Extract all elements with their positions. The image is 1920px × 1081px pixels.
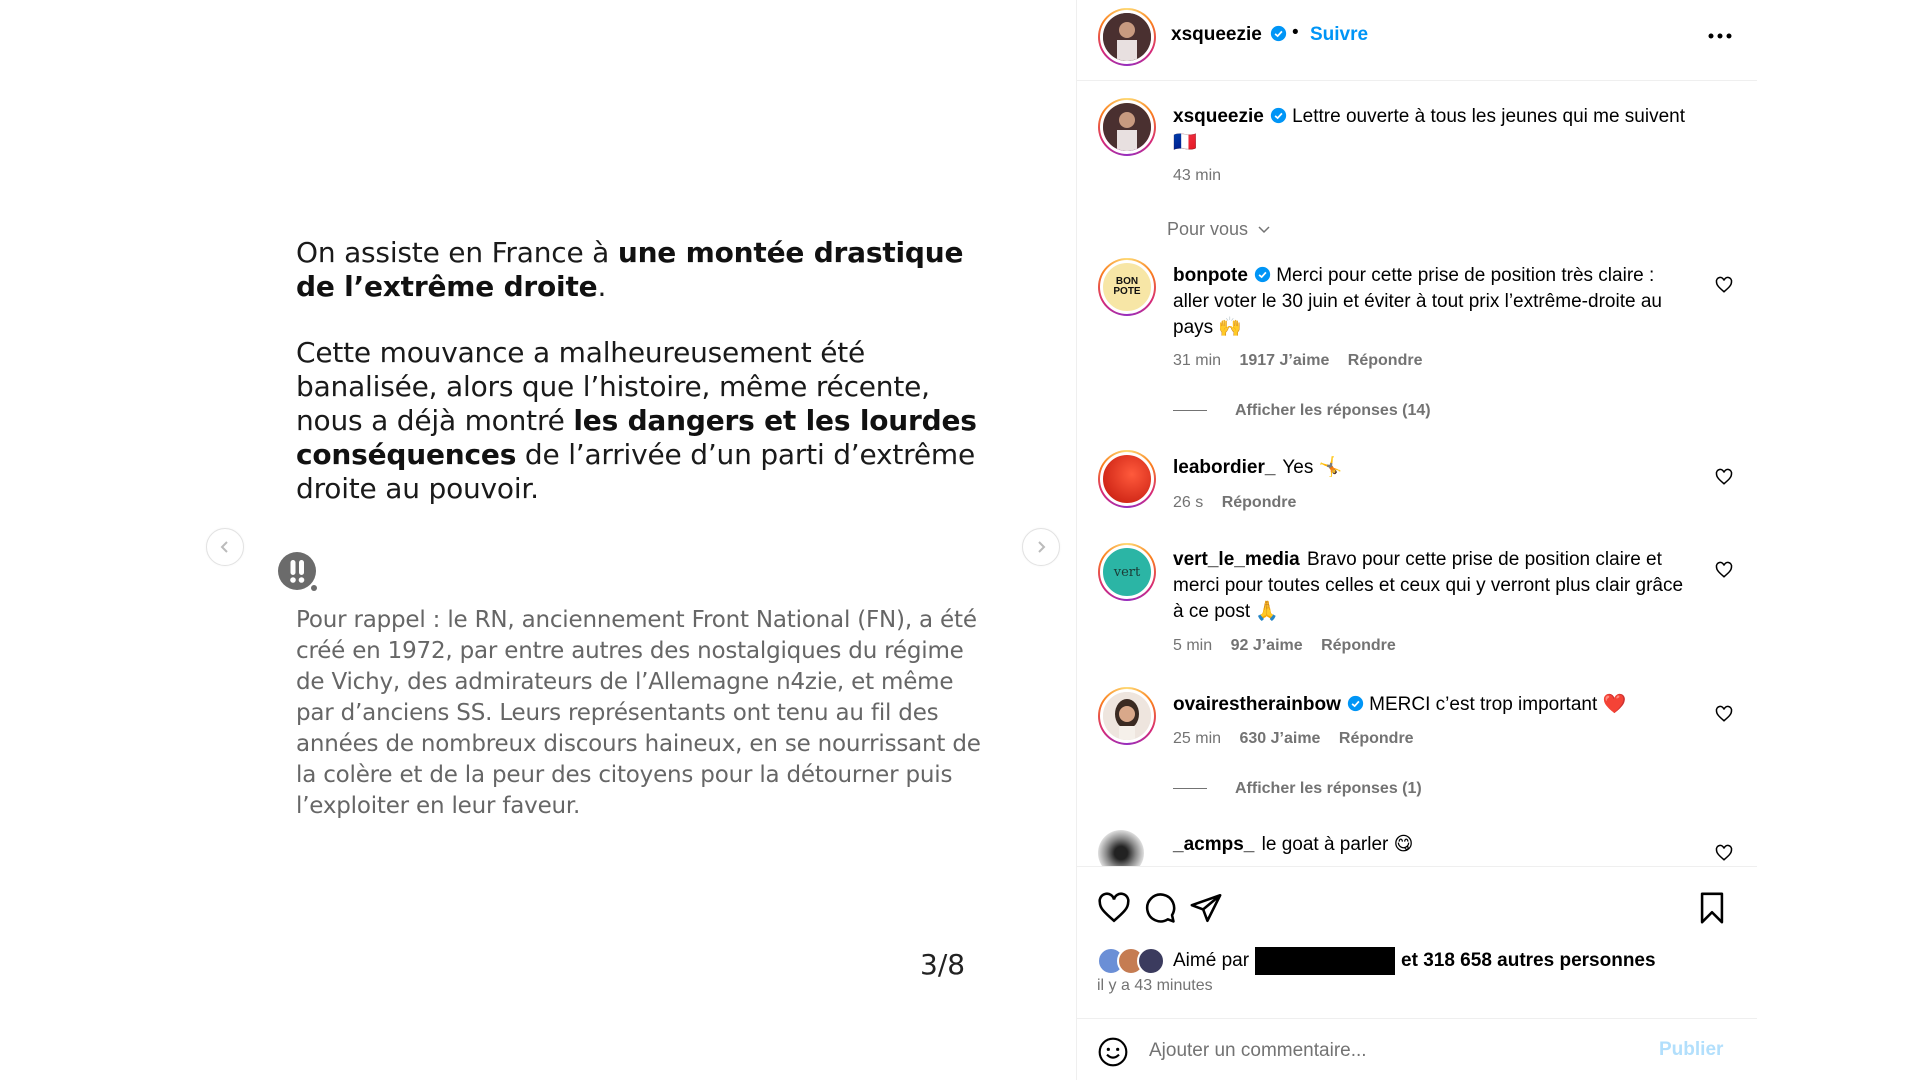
reply-button[interactable]: Répondre bbox=[1222, 494, 1297, 511]
comments-panel: xsqueezie • Suivre xsqueezie Lettre ouve… bbox=[1076, 0, 1757, 1080]
share-icon[interactable] bbox=[1189, 891, 1223, 925]
comment-avatar[interactable] bbox=[1098, 830, 1144, 866]
emoji-icon[interactable] bbox=[1097, 1036, 1129, 1068]
heart-icon[interactable] bbox=[1715, 561, 1733, 579]
comment-composer: Publier bbox=[1077, 1018, 1757, 1081]
likes-summary: Aimé par et 318 658 autres personnes bbox=[1097, 947, 1656, 975]
view-replies-label: Afficher les réponses (14) bbox=[1235, 402, 1431, 419]
caption-username[interactable]: xsqueezie bbox=[1173, 106, 1264, 127]
avatar[interactable] bbox=[1137, 947, 1165, 975]
sort-label: Pour vous bbox=[1167, 219, 1249, 239]
view-replies-button[interactable]: Afficher les réponses (14) bbox=[1173, 402, 1431, 420]
comment-text: Yes 🤸 bbox=[1282, 457, 1343, 478]
previous-slide-button[interactable] bbox=[206, 528, 244, 566]
reply-button[interactable]: Répondre bbox=[1321, 637, 1396, 654]
comment-body: leabordier_ Yes 🤸 bbox=[1173, 455, 1693, 481]
avatar-logo-text: vert bbox=[1113, 564, 1141, 580]
person-photo-icon bbox=[1103, 13, 1151, 61]
comment-text: MERCI c’est trop important ❤️ bbox=[1369, 694, 1627, 715]
likes-count[interactable]: et 318 658 autres personnes bbox=[1401, 950, 1656, 972]
view-replies-label: Afficher les réponses (1) bbox=[1235, 780, 1422, 797]
exclamation-bubble-icon bbox=[278, 552, 317, 591]
page-counter: 3/8 bbox=[920, 948, 966, 981]
reply-button[interactable]: Répondre bbox=[1348, 352, 1423, 369]
post-caption: xsqueezie Lettre ouverte à tous les jeun… bbox=[1173, 104, 1693, 156]
heart-icon[interactable] bbox=[1715, 468, 1733, 486]
verified-badge-icon bbox=[1254, 266, 1271, 283]
comment-body: _acmps_ le goat à parler 😋 bbox=[1173, 832, 1693, 858]
header-username-wrap[interactable]: xsqueezie bbox=[1171, 24, 1287, 46]
more-options-icon[interactable] bbox=[1705, 26, 1735, 46]
comment-body: bonpote Merci pour cette prise de positi… bbox=[1173, 263, 1693, 341]
comment-meta: 31 min 1917 J’aime Répondre bbox=[1173, 352, 1436, 370]
comment-sort-dropdown[interactable]: Pour vous bbox=[1167, 219, 1271, 240]
slide-paragraph-1: On assiste en France à une montée drasti… bbox=[296, 236, 991, 304]
comment-body: vert_le_media Bravo pour cette prise de … bbox=[1173, 547, 1693, 625]
header-username[interactable]: xsqueezie bbox=[1171, 24, 1262, 45]
comment-meta: 5 min 92 J’aime Répondre bbox=[1173, 637, 1410, 655]
comment-likes[interactable]: 92 J’aime bbox=[1231, 637, 1303, 654]
heart-icon[interactable] bbox=[1715, 705, 1733, 723]
comment-likes[interactable]: 1917 J’aime bbox=[1239, 352, 1329, 369]
verified-badge-icon bbox=[1271, 25, 1287, 42]
comment-time: 31 min bbox=[1173, 352, 1222, 369]
comment-avatar[interactable]: BON POTE bbox=[1098, 258, 1156, 316]
comment-time: 25 min bbox=[1173, 730, 1222, 747]
person-photo-icon bbox=[1103, 692, 1151, 740]
view-replies-button[interactable]: Afficher les réponses (1) bbox=[1173, 780, 1422, 798]
heart-icon[interactable] bbox=[1715, 276, 1733, 294]
comment-avatar[interactable]: vert bbox=[1098, 543, 1156, 601]
follow-button[interactable]: Suivre bbox=[1310, 24, 1368, 46]
divider-line bbox=[1173, 788, 1207, 790]
comment-time: 26 s bbox=[1173, 494, 1204, 511]
redacted-username bbox=[1255, 947, 1396, 975]
publish-button[interactable]: Publier bbox=[1659, 1039, 1723, 1061]
person-photo-icon bbox=[1103, 103, 1151, 151]
heart-icon[interactable] bbox=[1097, 891, 1131, 925]
post-actions: Aimé par et 318 658 autres personnes il … bbox=[1077, 866, 1757, 1017]
comment-time: 5 min bbox=[1173, 637, 1213, 654]
comment-username[interactable]: bonpote bbox=[1173, 265, 1248, 286]
post-slide: On assiste en France à une montée drasti… bbox=[0, 0, 1075, 1080]
reply-button[interactable]: Répondre bbox=[1339, 730, 1414, 747]
author-avatar[interactable] bbox=[1098, 8, 1156, 66]
comment-input[interactable] bbox=[1147, 1037, 1631, 1065]
comment-avatar[interactable] bbox=[1098, 450, 1156, 508]
caption-time: 43 min bbox=[1173, 167, 1222, 184]
comment-meta: 26 s Répondre bbox=[1173, 494, 1310, 512]
avatar-logo-text: BON POTE bbox=[1113, 276, 1141, 297]
post-time: il y a 43 minutes bbox=[1097, 977, 1213, 994]
caption-author-avatar[interactable] bbox=[1098, 98, 1156, 156]
slide-paragraph-3: Pour rappel : le RN, anciennement Front … bbox=[296, 607, 981, 819]
comment-icon[interactable] bbox=[1143, 891, 1177, 925]
slide-paragraph-2: Cette mouvance a malheureusement été ban… bbox=[296, 336, 991, 506]
verified-badge-icon bbox=[1270, 107, 1286, 124]
comment-avatar[interactable] bbox=[1098, 687, 1156, 745]
bookmark-icon[interactable] bbox=[1695, 891, 1729, 925]
slide-text: . bbox=[597, 270, 607, 303]
comment-partial: _acmps_ le goat à parler 😋 bbox=[1077, 820, 1757, 866]
comment-likes[interactable]: 630 J’aime bbox=[1239, 730, 1320, 747]
comment-username[interactable]: ovairestherainbow bbox=[1173, 694, 1341, 715]
comment-username[interactable]: vert_le_media bbox=[1173, 549, 1300, 570]
liker-avatars bbox=[1097, 947, 1165, 975]
chevron-down-icon bbox=[1258, 226, 1270, 234]
liked-by-label: Aimé par bbox=[1173, 950, 1250, 971]
next-slide-button[interactable] bbox=[1022, 528, 1060, 566]
slide-text: On assiste en France à bbox=[296, 236, 618, 269]
caption-meta: 43 min bbox=[1173, 167, 1235, 185]
comment-username[interactable]: _acmps_ bbox=[1173, 834, 1254, 855]
verified-badge-icon bbox=[1347, 695, 1364, 712]
comment-meta: 25 min 630 J’aime Répondre bbox=[1173, 730, 1428, 748]
divider-line bbox=[1173, 410, 1207, 412]
heart-icon[interactable] bbox=[1715, 844, 1733, 862]
chevron-right-icon bbox=[1038, 541, 1046, 553]
comment-body: ovairestherainbow MERCI c’est trop impor… bbox=[1173, 692, 1693, 718]
separator-dot: • bbox=[1292, 22, 1299, 43]
post-header: xsqueezie • Suivre bbox=[1077, 0, 1757, 81]
comment-text: le goat à parler 😋 bbox=[1261, 834, 1414, 855]
chevron-left-icon bbox=[220, 541, 228, 553]
comment-username[interactable]: leabordier_ bbox=[1173, 457, 1275, 478]
